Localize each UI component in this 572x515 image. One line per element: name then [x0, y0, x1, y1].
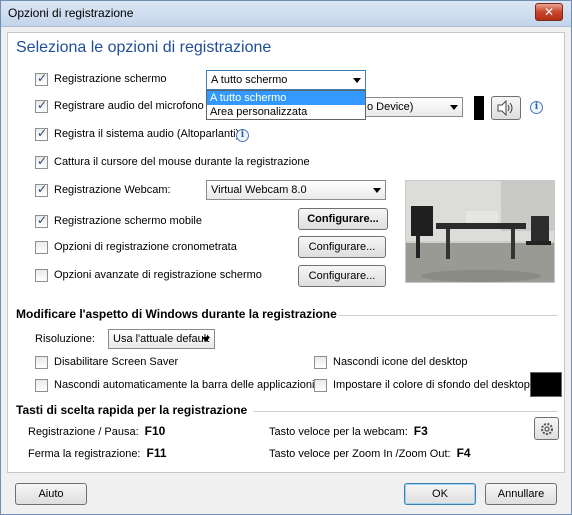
disable-screensaver-checkbox[interactable]	[35, 356, 48, 369]
resolution-label: Risoluzione:	[35, 333, 95, 345]
webcam-device-select[interactable]: Virtual Webcam 8.0	[206, 180, 386, 200]
screen-mode-select[interactable]: A tutto schermo	[206, 70, 366, 90]
desktop-color-checkbox[interactable]	[314, 379, 327, 392]
disable-screensaver-label: Disabilitare Screen Saver	[54, 356, 179, 368]
dialog-window: Opzioni di registrazione ✕ Seleziona le …	[0, 0, 572, 515]
chevron-down-icon	[202, 337, 210, 342]
chevron-down-icon	[353, 78, 361, 83]
close-button[interactable]: ✕	[535, 3, 563, 21]
configure-advanced-button[interactable]: Configurare...	[298, 265, 386, 287]
mic-device-value: o Device)	[367, 101, 414, 113]
cursor-label: Cattura il cursore del mouse durante la …	[54, 156, 310, 168]
advanced-options-label: Opzioni avanzate di registrazione scherm…	[54, 269, 262, 281]
screen-mode-value: A tutto schermo	[211, 74, 288, 86]
volume-button[interactable]	[491, 96, 521, 120]
title-bar: Opzioni di registrazione ✕	[1, 1, 571, 27]
hide-icons-label: Nascondi icone del desktop	[333, 356, 468, 368]
system-audio-label: Registra il sistema audio (Altoparlanti)	[54, 128, 240, 140]
options-panel: Seleziona le opzioni di registrazione Re…	[7, 32, 565, 473]
desktop-color-swatch[interactable]	[530, 372, 562, 397]
help-button[interactable]: Aiuto	[15, 483, 87, 505]
info-icon[interactable]: i	[530, 101, 543, 114]
hotkey-stop: Ferma la registrazione: F11	[28, 446, 167, 460]
window-title: Opzioni di registrazione	[8, 6, 134, 20]
screen-recording-checkbox[interactable]	[35, 71, 48, 86]
webcam-device-value: Virtual Webcam 8.0	[211, 184, 307, 196]
resolution-select[interactable]: Usa l'attuale default	[108, 329, 215, 349]
office-desk-photo	[406, 181, 554, 282]
system-audio-checkbox[interactable]	[35, 126, 48, 141]
chevron-down-icon	[373, 188, 381, 193]
windows-section-title: Modificare l'aspetto di Windows durante …	[16, 307, 337, 321]
cursor-checkbox[interactable]	[35, 154, 48, 169]
configure-timed-button[interactable]: Configurare...	[298, 236, 386, 258]
hotkey-webcam-label: Tasto veloce per la webcam:	[269, 426, 408, 438]
configure-mobile-button[interactable]: Configurare...	[298, 208, 388, 230]
webcam-checkbox[interactable]	[35, 182, 48, 197]
cancel-button[interactable]: Annullare	[485, 483, 557, 505]
info-icon[interactable]: i	[236, 129, 249, 142]
mic-label: Registrare audio del microfono	[54, 100, 204, 112]
ok-button[interactable]: OK	[404, 483, 476, 505]
hide-taskbar-checkbox[interactable]	[35, 379, 48, 392]
section-divider	[253, 411, 558, 412]
hotkey-webcam: Tasto veloce per la webcam: F3	[269, 424, 428, 438]
webcam-preview-image	[405, 180, 555, 283]
screen-recording-label: Registrazione schermo	[54, 73, 167, 85]
hotkey-stop-label: Ferma la registrazione:	[28, 448, 141, 460]
gear-icon	[540, 423, 553, 435]
hotkey-record-pause: Registrazione / Pausa: F10	[28, 424, 165, 438]
audio-level-meter	[474, 96, 484, 120]
hotkey-webcam-key: F3	[413, 424, 428, 438]
dropdown-option-fullscreen[interactable]: A tutto schermo	[207, 91, 365, 105]
screen-mode-dropdown: A tutto schermo Area personalizzata	[206, 90, 366, 120]
resolution-value: Usa l'attuale default	[113, 333, 210, 345]
hide-taskbar-label: Nascondi automaticamente la barra delle …	[54, 379, 315, 391]
hotkey-zoom: Tasto veloce per Zoom In /Zoom Out: F4	[269, 446, 471, 460]
hide-icons-checkbox[interactable]	[314, 356, 327, 369]
hotkey-zoom-label: Tasto veloce per Zoom In /Zoom Out:	[269, 448, 451, 460]
speaker-icon	[497, 99, 513, 117]
dropdown-option-custom-area[interactable]: Area personalizzata	[207, 105, 365, 119]
page-title: Seleziona le opzioni di registrazione	[16, 39, 272, 56]
hotkey-stop-key: F11	[146, 446, 167, 460]
section-divider	[338, 315, 558, 316]
webcam-label: Registrazione Webcam:	[54, 184, 171, 196]
hotkey-record-pause-label: Registrazione / Pausa:	[28, 426, 139, 438]
advanced-options-checkbox[interactable]	[35, 269, 48, 282]
timed-recording-checkbox[interactable]	[35, 241, 48, 254]
desktop-color-label: Impostare il colore di sfondo del deskto…	[333, 379, 533, 391]
chevron-down-icon	[450, 105, 458, 110]
hotkey-record-pause-key: F10	[144, 424, 166, 438]
mic-checkbox[interactable]	[35, 98, 48, 113]
timed-recording-label: Opzioni di registrazione cronometrata	[54, 241, 237, 253]
hotkey-settings-button[interactable]	[534, 417, 559, 440]
hotkey-zoom-key: F4	[456, 446, 471, 460]
mobile-recording-checkbox[interactable]	[35, 213, 48, 228]
mobile-recording-label: Registrazione schermo mobile	[54, 215, 202, 227]
hotkeys-section-title: Tasti di scelta rapida per la registrazi…	[16, 403, 248, 417]
